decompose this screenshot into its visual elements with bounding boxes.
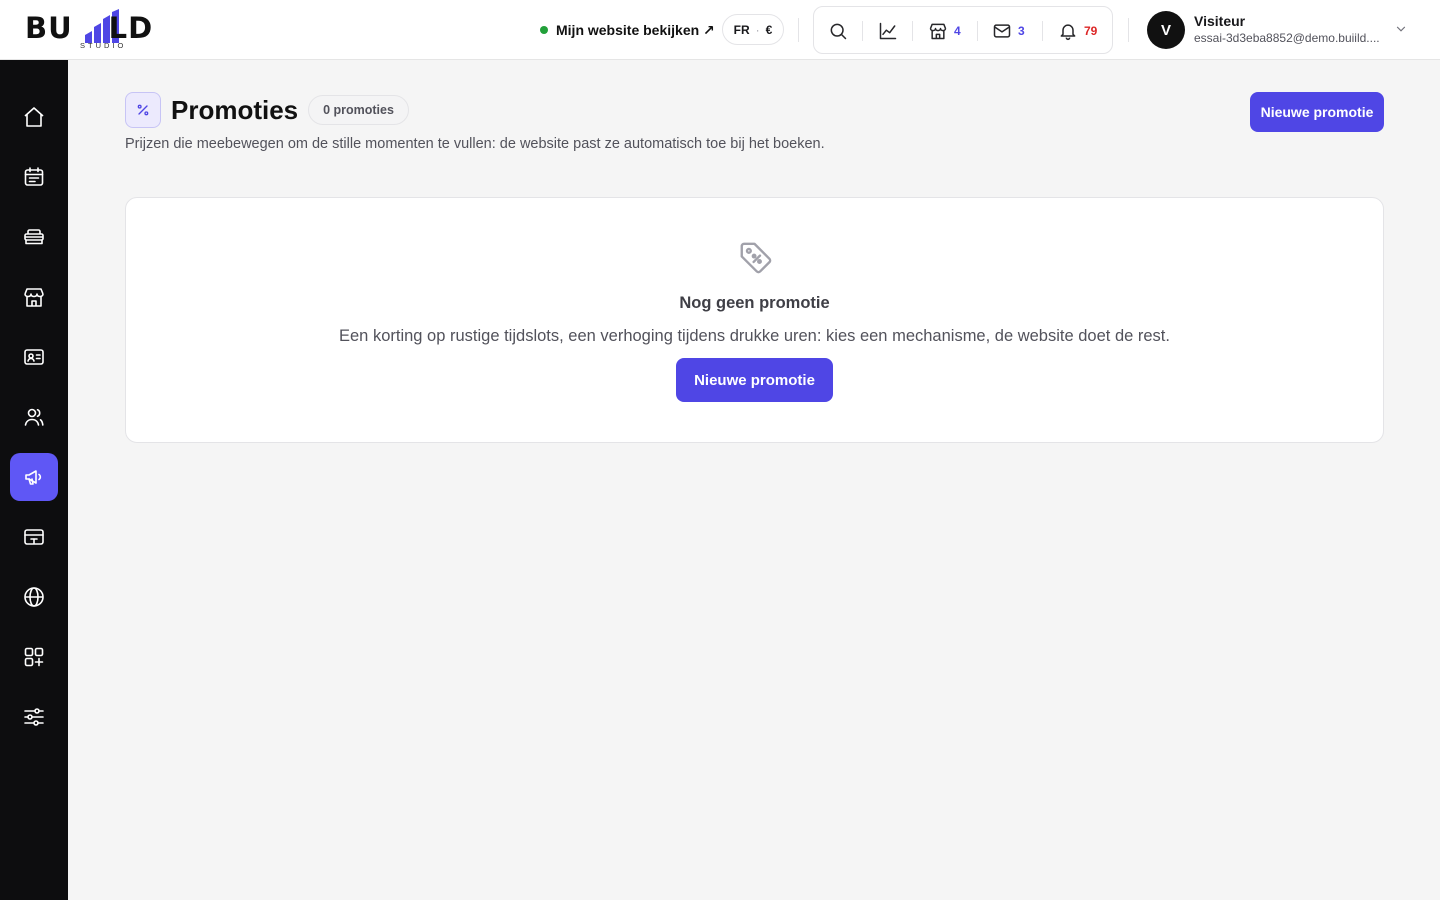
logo-wordmark: BU LD — [25, 11, 154, 45]
sidebar-item-apps[interactable] — [10, 633, 58, 681]
search-button[interactable] — [828, 19, 848, 43]
empty-state-title: Nog geen promotie — [679, 294, 830, 312]
divider — [798, 18, 799, 42]
empty-state-description: Een korting op rustige tijdslots, een ve… — [339, 327, 1170, 345]
shop-icon — [24, 288, 44, 307]
calendar-icon — [24, 167, 44, 186]
language-currency-selector[interactable]: FR · € — [722, 14, 784, 45]
sidebar-item-settings[interactable] — [10, 693, 58, 741]
store-icon — [929, 23, 947, 40]
megaphone-icon — [25, 470, 42, 485]
sidebar-item-promotions[interactable] — [10, 453, 58, 501]
mail-count-badge: 3 — [1018, 24, 1025, 38]
page-title: Promoties — [171, 95, 299, 125]
user-email: essai-3d3eba8852@demo.buiild.... — [1194, 31, 1380, 45]
user-name: Visiteur — [1194, 13, 1246, 29]
divider — [1128, 18, 1129, 42]
logo-subtitle: STUDIO — [80, 41, 127, 50]
chart-icon — [879, 22, 897, 40]
top-bar: BU LD STUDIO Mijn website bekijken ↗ FR ·… — [0, 0, 1440, 60]
page-description: Prijzen die meebewegen om de stille mome… — [125, 136, 825, 152]
sidebar-item-team[interactable] — [10, 393, 58, 441]
sidebar — [0, 60, 68, 900]
notification-count-badge: 79 — [1084, 24, 1098, 38]
empty-state-card: Nog geen promotie Een korting op rustige… — [125, 197, 1384, 443]
notifications-button[interactable]: 79 — [1058, 19, 1097, 43]
bell-icon — [1060, 24, 1076, 41]
messages-button[interactable]: 3 — [992, 19, 1025, 43]
statistics-button[interactable] — [878, 19, 898, 43]
sidebar-item-shop[interactable] — [10, 273, 58, 321]
new-promotion-button-empty[interactable]: Nieuwe promotie — [676, 358, 833, 402]
store-count-badge: 4 — [954, 24, 961, 38]
search-icon — [830, 23, 847, 40]
view-website-link[interactable]: Mijn website bekijken ↗ — [540, 20, 715, 40]
services-icon — [24, 229, 44, 245]
online-status-dot — [540, 26, 548, 34]
view-website-label: Mijn website bekijken ↗ — [556, 21, 715, 38]
currency-symbol: € — [765, 22, 773, 37]
mail-icon — [993, 24, 1011, 38]
sidebar-item-services[interactable] — [10, 213, 58, 261]
sidebar-item-contacts[interactable] — [10, 333, 58, 381]
home-icon — [24, 107, 44, 127]
page-icon — [125, 92, 161, 128]
sidebar-item-website[interactable] — [10, 573, 58, 621]
apps-icon — [24, 647, 44, 667]
tag-icon — [740, 242, 772, 274]
globe-icon — [24, 587, 44, 607]
avatar: V — [1147, 11, 1185, 49]
payment-terminal-icon — [24, 529, 44, 545]
sidebar-item-calendar[interactable] — [10, 153, 58, 201]
store-button[interactable]: 4 — [928, 19, 961, 43]
user-menu[interactable]: V Visiteur essai-3d3eba8852@demo.buiild.… — [1147, 11, 1417, 49]
sidebar-item-payments[interactable] — [10, 513, 58, 561]
users-icon — [24, 408, 44, 426]
id-card-icon — [24, 349, 44, 365]
brand-logo[interactable]: BU LD STUDIO — [25, 9, 185, 53]
percent-icon — [137, 104, 149, 116]
promotion-count-badge: 0 promoties — [308, 95, 409, 125]
language-code: FR — [733, 22, 750, 37]
sidebar-item-home[interactable] — [10, 93, 58, 141]
sliders-icon — [24, 708, 44, 726]
chevron-down-icon — [1396, 26, 1406, 32]
toolbar-group: 4 3 79 — [813, 6, 1113, 54]
new-promotion-button[interactable]: Nieuwe promotie — [1250, 92, 1384, 132]
